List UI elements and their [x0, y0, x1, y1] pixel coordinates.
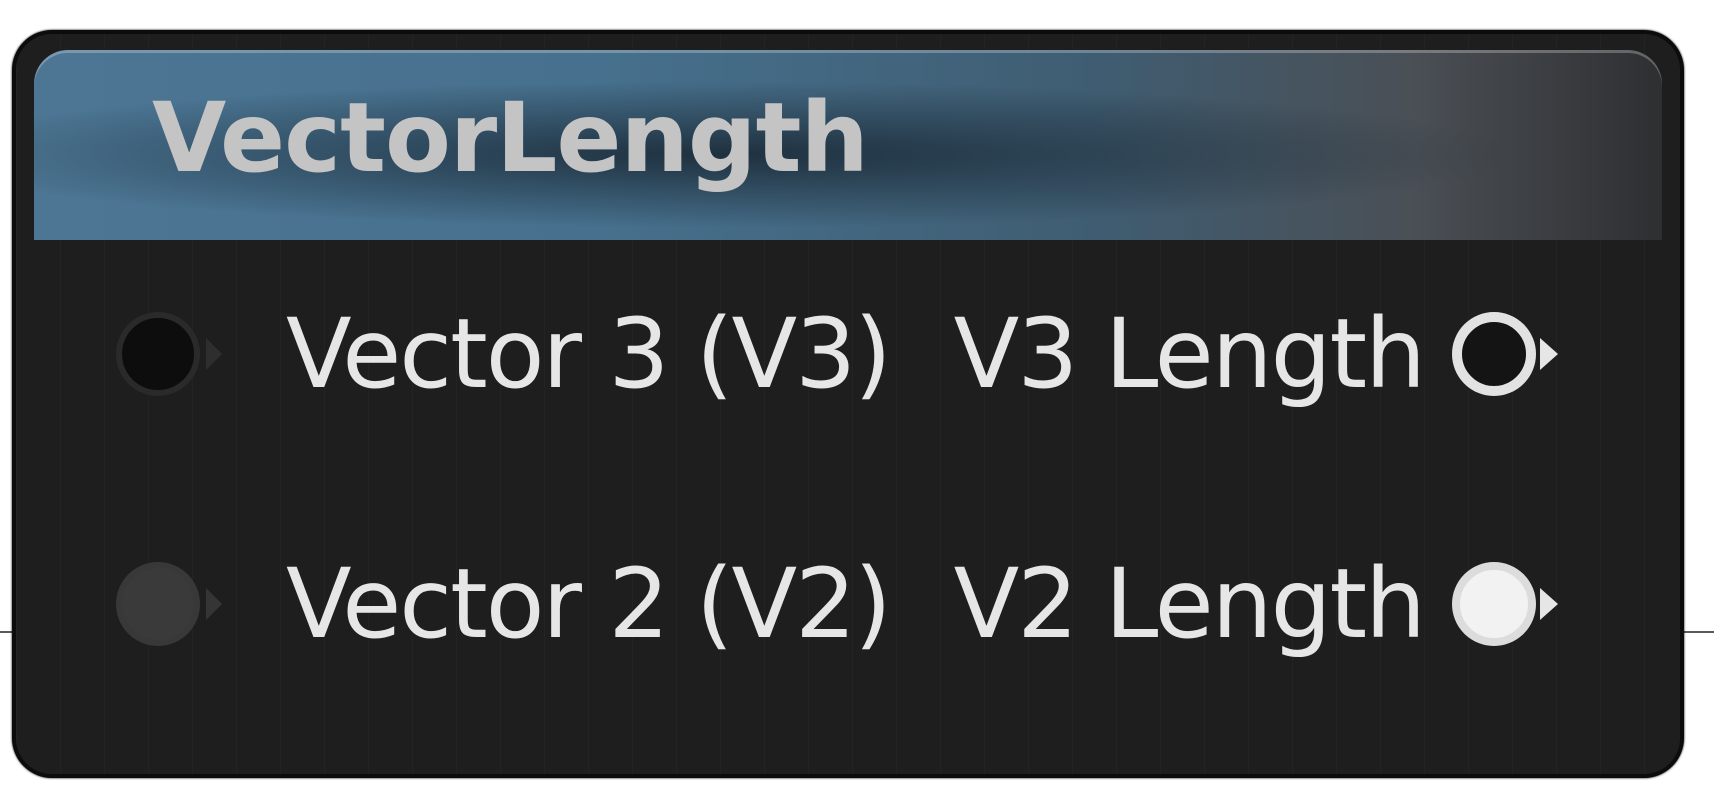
vector-length-node[interactable]: VectorLength Vector 3 (V3) V3 Length Vec… [12, 30, 1684, 778]
input-label-v2: Vector 2 (V2) [286, 548, 892, 660]
graph-canvas[interactable]: VectorLength Vector 3 (V3) V3 Length Vec… [0, 0, 1714, 790]
input-pin-arrow-icon [206, 338, 222, 370]
node-title: VectorLength [152, 82, 869, 194]
output-pin-arrow-icon [1540, 338, 1558, 370]
output-label-v3-length: V3 Length [953, 298, 1426, 410]
input-pin-arrow-icon [206, 588, 222, 620]
input-pin-icon[interactable] [116, 562, 200, 646]
output-label-v2-length: V2 Length [953, 548, 1426, 660]
input-label-v3: Vector 3 (V3) [286, 298, 892, 410]
node-header[interactable]: VectorLength [34, 50, 1662, 240]
pin-row-v3: Vector 3 (V3) V3 Length [16, 298, 1680, 410]
output-pin-arrow-icon [1540, 588, 1558, 620]
input-pin-icon[interactable] [116, 312, 200, 396]
output-pin-icon[interactable] [1452, 562, 1536, 646]
output-pin-icon[interactable] [1452, 312, 1536, 396]
pin-row-v2: Vector 2 (V2) V2 Length [16, 548, 1680, 660]
